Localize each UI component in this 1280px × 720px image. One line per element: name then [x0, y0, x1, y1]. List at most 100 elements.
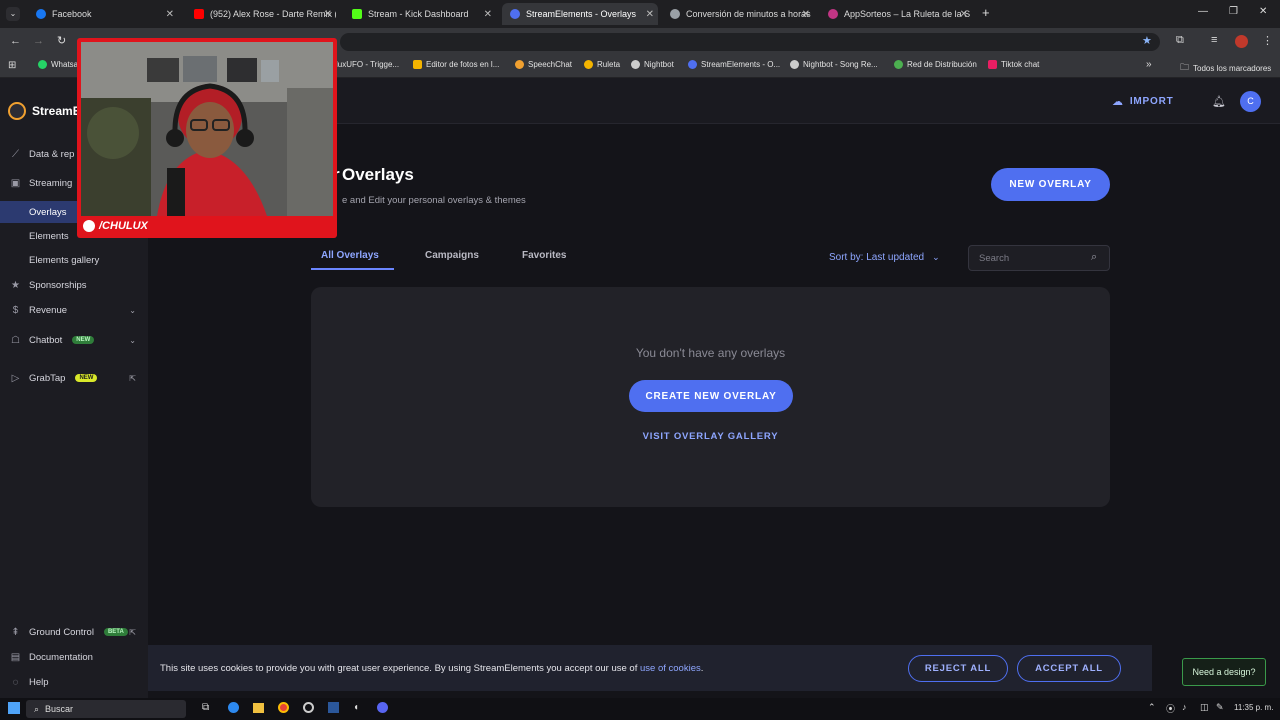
extensions-icon[interactable]: ⧉: [1176, 34, 1184, 47]
pen-icon[interactable]: ✎: [1216, 702, 1224, 713]
menu-icon[interactable]: ⋮: [1262, 34, 1273, 47]
tab-favorites[interactable]: Favorites: [522, 250, 566, 261]
close-icon[interactable]: ✕: [324, 9, 332, 20]
network-icon[interactable]: ◫: [1200, 702, 1209, 713]
user-avatar[interactable]: C: [1240, 91, 1261, 112]
back-icon[interactable]: ←: [10, 35, 21, 47]
close-icon[interactable]: ✕: [802, 9, 810, 20]
edge-icon[interactable]: [228, 702, 239, 713]
bookmark-item[interactable]: luxUFO - Trigge...: [336, 60, 399, 69]
search-box[interactable]: Search ⌕: [968, 245, 1110, 271]
search-icon[interactable]: ⌕: [1091, 251, 1097, 264]
bookmark-item[interactable]: Nightbot - Song Re...: [790, 60, 878, 69]
notification-bell-icon[interactable]: 🔔︎: [1212, 95, 1226, 108]
all-bookmarks-folder[interactable]: 🗀 Todos los marcadores: [1180, 60, 1271, 76]
bookmark-item[interactable]: Nightbot: [631, 60, 674, 69]
app-icon[interactable]: ◖: [353, 702, 359, 713]
chrome-icon[interactable]: [278, 702, 289, 713]
sidebar-item-elements-gallery[interactable]: Elements gallery: [0, 249, 148, 271]
bookmark-item[interactable]: Tiktok chat: [988, 60, 1039, 69]
whatsapp-icon: [38, 60, 47, 69]
bookmark-item[interactable]: Editor de fotos en l...: [413, 60, 499, 69]
sidebar-item-chatbot[interactable]: ☖ Chatbot NEW ⌄: [0, 329, 148, 351]
word-icon[interactable]: [328, 702, 339, 713]
more-bookmarks-icon[interactable]: »: [1146, 59, 1152, 70]
sidebar-item-revenue[interactable]: $ Revenue ⌄: [0, 299, 148, 321]
distribution-icon: [894, 60, 903, 69]
create-new-overlay-button[interactable]: CREATE NEW OVERLAY: [629, 380, 793, 412]
browser-tab-active[interactable]: StreamElements - Overlays ✕: [502, 3, 658, 25]
dollar-icon: $: [12, 304, 19, 316]
close-icon[interactable]: ✕: [646, 9, 654, 20]
clock[interactable]: 11:35 p. m.: [1234, 703, 1273, 712]
taskbar: ⌕ Buscar ⧉ ◖ ⌃ ⦿ ♪ ◫ ✎ 11:35 p. m.: [0, 698, 1280, 720]
sidebar-item-documentation[interactable]: ▤ Documentation: [0, 646, 148, 668]
roulette-icon: [584, 60, 593, 69]
sidebar-item-grabtap[interactable]: ▷ GrabTap NEW ⇱: [0, 367, 148, 389]
browser-tab[interactable]: Stream - Kick Dashboard ✕: [344, 3, 496, 25]
forward-icon[interactable]: →: [33, 35, 44, 47]
streamelements-logo-icon: [8, 102, 26, 120]
new-tab-button[interactable]: +: [982, 5, 990, 20]
folder-icon: 🗀: [1180, 62, 1190, 72]
task-view-icon[interactable]: ⧉: [202, 702, 209, 713]
tray-chevron-icon[interactable]: ⌃: [1148, 702, 1156, 713]
sidebar-item-sponsorships[interactable]: ★ Sponsorships: [0, 274, 148, 296]
close-window-icon[interactable]: ✕: [1259, 6, 1267, 17]
url-field[interactable]: [340, 33, 1160, 51]
bookmark-item[interactable]: Ruleta: [584, 60, 620, 69]
streamer-name: /CHULUX: [99, 220, 148, 232]
empty-state-text: You don't have any overlays: [635, 346, 786, 360]
profile-avatar[interactable]: [1235, 35, 1248, 48]
sort-dropdown[interactable]: Sort by: Last updated ⌄: [829, 252, 940, 263]
tab-all-overlays[interactable]: All Overlays: [321, 250, 379, 261]
chart-icon: ⟋: [12, 148, 19, 160]
media-icon[interactable]: ≡: [1211, 34, 1217, 46]
minimize-icon[interactable]: —: [1198, 6, 1208, 17]
search-icon: ⌕: [34, 703, 40, 714]
close-icon[interactable]: ✕: [166, 9, 174, 20]
browser-tab[interactable]: Conversión de minutos a horas ✕: [662, 3, 814, 25]
search-input[interactable]: Search: [979, 253, 1009, 264]
cookie-policy-link[interactable]: use of cookies: [640, 663, 701, 674]
grabtap-icon: ▷: [11, 372, 20, 384]
photo-editor-icon: [413, 60, 422, 69]
bookmark-item[interactable]: Red de Distribución: [894, 60, 977, 69]
reload-icon[interactable]: ↻: [57, 34, 66, 47]
mic-icon[interactable]: ⦿: [1166, 702, 1175, 715]
sidebar-item-ground-control[interactable]: ⇞ Ground Control BETA ⇱: [0, 621, 148, 643]
discord-icon[interactable]: [377, 702, 388, 713]
close-icon[interactable]: ✕: [484, 9, 492, 20]
accept-all-button[interactable]: ACCEPT ALL: [1017, 655, 1121, 682]
bookmark-item[interactable]: StreamElements - O...: [688, 60, 780, 69]
browser-tab[interactable]: AppSorteos – La Ruleta de la S ✕: [820, 3, 972, 25]
streamelements-icon: [688, 60, 697, 69]
nightbot-icon: [790, 60, 799, 69]
bookmark-star-icon[interactable]: ★: [1142, 34, 1152, 47]
browser-tab[interactable]: Facebook ✕: [28, 3, 178, 25]
close-icon[interactable]: ✕: [960, 9, 968, 20]
apps-grid-icon[interactable]: ⊞: [8, 60, 16, 71]
windows-start-icon[interactable]: [8, 702, 20, 714]
sidebar-item-help[interactable]: ◌ Help: [0, 671, 148, 693]
bookmark-item[interactable]: SpeechChat: [515, 60, 572, 69]
tab-list-button[interactable]: ⌄: [6, 7, 20, 21]
file-explorer-icon[interactable]: [253, 703, 264, 713]
beta-badge: BETA: [103, 628, 128, 636]
visit-overlay-gallery-link[interactable]: VISIT OVERLAY GALLERY: [311, 431, 1110, 442]
import-button[interactable]: ☁ IMPORT: [1112, 95, 1174, 108]
volume-icon[interactable]: ♪: [1182, 702, 1187, 712]
obs-icon[interactable]: [303, 702, 314, 713]
kick-icon: [352, 9, 362, 19]
new-overlay-button[interactable]: NEW OVERLAY: [991, 168, 1110, 201]
tab-campaigns[interactable]: Campaigns: [425, 250, 479, 261]
document-icon: ▤: [10, 651, 21, 663]
reject-all-button[interactable]: REJECT ALL: [908, 655, 1008, 682]
restore-icon[interactable]: ❐: [1229, 6, 1238, 17]
star-icon: ★: [11, 279, 20, 291]
taskbar-search[interactable]: ⌕ Buscar: [26, 700, 186, 718]
bookmark-item[interactable]: Whatsa: [38, 60, 78, 69]
browser-tab[interactable]: (952) Alex Rose - Darte Remix (✕: [186, 3, 336, 25]
need-design-button[interactable]: Need a design?: [1182, 658, 1266, 686]
ground-control-icon: ⇞: [11, 626, 20, 638]
